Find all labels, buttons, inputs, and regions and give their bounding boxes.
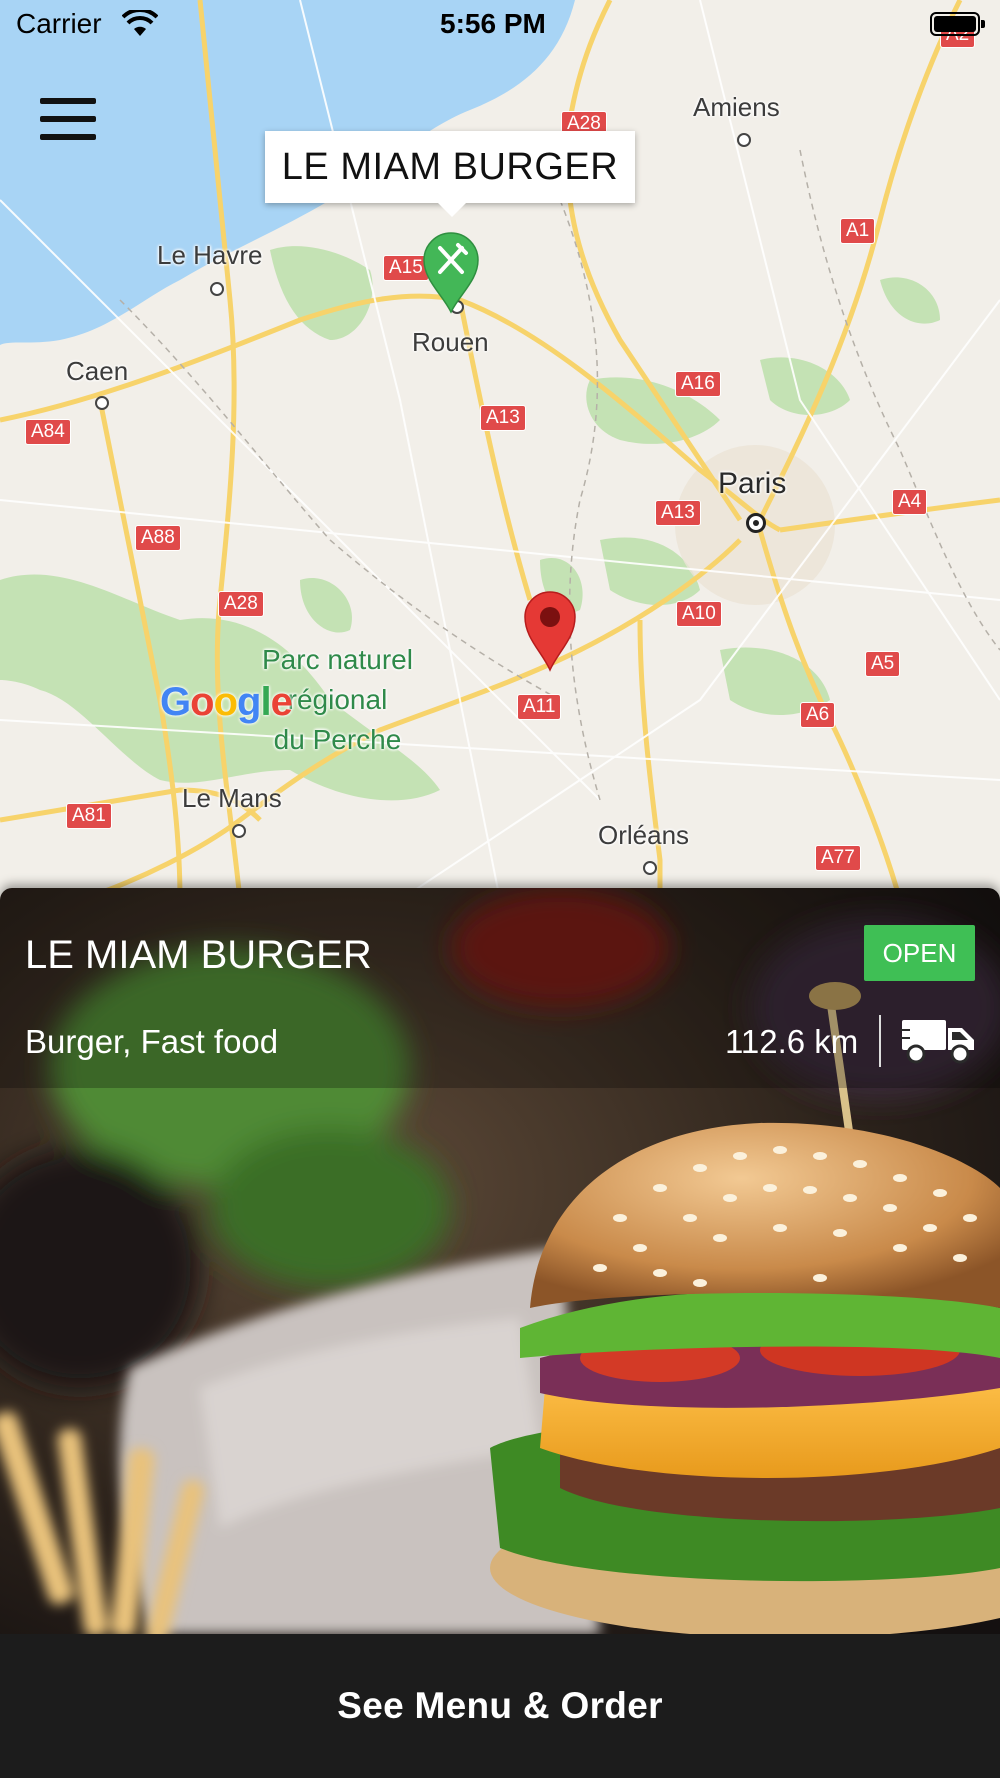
- restaurant-card[interactable]: LE MIAM BURGER OPEN Burger, Fast food 11…: [0, 888, 1000, 1634]
- park-label-line: du Perche: [273, 724, 402, 755]
- see-menu-order-label: See Menu & Order: [337, 1685, 663, 1726]
- google-logo-letter: e: [270, 680, 293, 724]
- google-logo-letter: G: [160, 680, 191, 724]
- map-view[interactable]: Carrier 5:56 PM Amiens Le Havre Rouen Ca…: [0, 0, 1000, 900]
- marker-callout-title: LE MIAM BURGER: [281, 145, 619, 188]
- road-badge: A84: [25, 419, 71, 445]
- google-logo-letter: l: [260, 680, 271, 724]
- city-label-amiens: Amiens: [693, 92, 780, 122]
- carrier-label: Carrier: [16, 8, 102, 39]
- restaurant-map-pin[interactable]: [420, 232, 482, 314]
- restaurant-categories: Burger, Fast food: [25, 1023, 279, 1060]
- road-badge: A1: [840, 218, 876, 244]
- road-badge: A13: [480, 405, 526, 431]
- status-badge: OPEN: [864, 925, 975, 981]
- google-logo-letter: g: [237, 680, 261, 724]
- menu-button[interactable]: [40, 98, 96, 150]
- city-label-caen: Caen: [66, 356, 129, 386]
- google-logo-letter: o: [213, 680, 238, 724]
- menu-icon-bar: [40, 116, 96, 122]
- location-pin-icon[interactable]: [522, 590, 578, 672]
- city-dot-le-mans: [232, 824, 246, 838]
- park-label-line: Parc naturel: [262, 644, 413, 675]
- menu-icon-bar: [40, 134, 96, 140]
- city-dot-le-havre: [210, 282, 224, 296]
- city-dot-paris: [746, 513, 766, 533]
- road-badge: A10: [676, 601, 722, 627]
- google-logo: Google: [160, 680, 293, 725]
- road-badge: A13: [655, 500, 701, 526]
- road-badge: A6: [800, 702, 836, 728]
- city-dot-amiens: [737, 133, 751, 147]
- road-badge: A28: [218, 591, 264, 617]
- city-label-orleans: Orléans: [598, 820, 690, 850]
- restaurant-distance: 112.6 km: [725, 1023, 859, 1060]
- road-badge: A77: [815, 845, 861, 871]
- delivery-truck-icon: [900, 1020, 974, 1064]
- battery-icon: [930, 12, 985, 36]
- road-badge: A5: [865, 651, 901, 677]
- restaurant-name: LE MIAM BURGER: [25, 933, 372, 977]
- road-badge: A4: [892, 489, 928, 515]
- divider: [879, 1015, 881, 1067]
- status-time: 5:56 PM: [440, 8, 546, 39]
- see-menu-order-button[interactable]: See Menu & Order: [0, 1634, 1000, 1778]
- city-label-rouen: Rouen: [412, 327, 489, 357]
- road-badge: A11: [517, 694, 562, 720]
- road-badge: A88: [135, 525, 181, 551]
- city-label-le-havre: Le Havre: [157, 240, 263, 270]
- menu-icon-bar: [40, 98, 96, 104]
- wifi-icon: [122, 10, 158, 36]
- road-badge: A16: [675, 371, 721, 397]
- city-dot-orleans: [643, 861, 657, 875]
- status-bar: Carrier 5:56 PM: [0, 0, 1000, 50]
- marker-callout[interactable]: LE MIAM BURGER: [265, 131, 635, 217]
- road-badge: A81: [66, 803, 112, 829]
- city-label-paris: Paris: [718, 467, 787, 500]
- restaurant-photo: [0, 888, 1000, 1634]
- city-dot-caen: [95, 396, 109, 410]
- city-label-le-mans: Le Mans: [182, 783, 282, 813]
- google-logo-letter: o: [190, 680, 214, 724]
